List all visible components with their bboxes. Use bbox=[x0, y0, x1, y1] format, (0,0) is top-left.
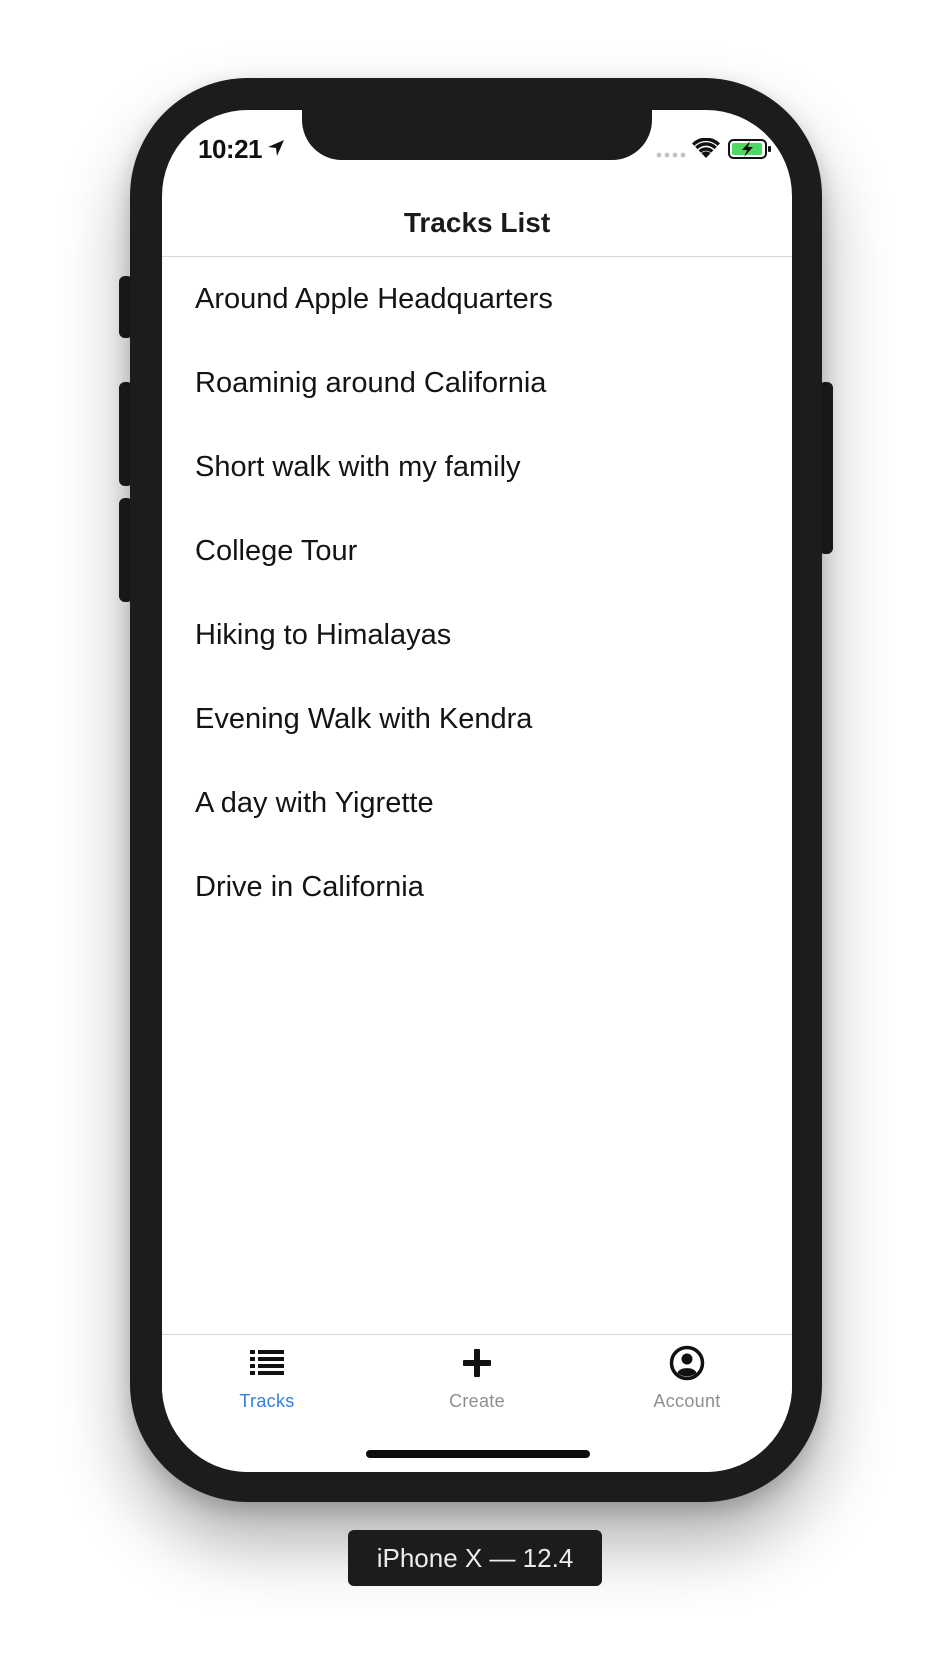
track-list-item[interactable]: Short walk with my family bbox=[162, 425, 792, 509]
track-list-item[interactable]: Drive in California bbox=[162, 845, 792, 929]
tab-account[interactable]: Account bbox=[582, 1335, 792, 1435]
track-list-item[interactable]: College Tour bbox=[162, 509, 792, 593]
tab-tracks-label: Tracks bbox=[239, 1391, 295, 1411]
list-icon bbox=[250, 1350, 284, 1375]
wifi-icon bbox=[692, 138, 720, 158]
track-list-item[interactable]: Hiking to Himalayas bbox=[162, 593, 792, 677]
user-circle-icon bbox=[669, 1345, 705, 1381]
status-time: 10:21 bbox=[198, 134, 263, 164]
simulator-stage: 10:21 Tracks List Around Apple Headquart… bbox=[0, 0, 952, 1654]
tab-account-label: Account bbox=[653, 1391, 721, 1411]
tab-create[interactable]: Create bbox=[372, 1335, 582, 1435]
tab-tracks[interactable]: Tracks bbox=[162, 1335, 372, 1435]
location-arrow-icon bbox=[268, 140, 284, 156]
tracks-list: Around Apple Headquarters Roaminig aroun… bbox=[162, 257, 792, 929]
page-title: Tracks List bbox=[403, 207, 551, 238]
cellular-signal-icon bbox=[656, 152, 686, 158]
track-list-item[interactable]: A day with Yigrette bbox=[162, 761, 792, 845]
battery-charging-icon bbox=[728, 139, 771, 159]
device-label: iPhone X — 12.4 bbox=[348, 1530, 602, 1586]
track-list-item[interactable]: Roaminig around California bbox=[162, 341, 792, 425]
plus-icon bbox=[463, 1349, 491, 1377]
track-list-item[interactable]: Around Apple Headquarters bbox=[162, 257, 792, 341]
tab-create-label: Create bbox=[449, 1391, 505, 1411]
phone-screen: 10:21 Tracks List Around Apple Headquart… bbox=[162, 110, 792, 1472]
navigation-header: Tracks List bbox=[162, 190, 792, 257]
notch bbox=[302, 110, 652, 160]
track-list-item[interactable]: Evening Walk with Kendra bbox=[162, 677, 792, 761]
home-indicator[interactable] bbox=[366, 1450, 590, 1458]
